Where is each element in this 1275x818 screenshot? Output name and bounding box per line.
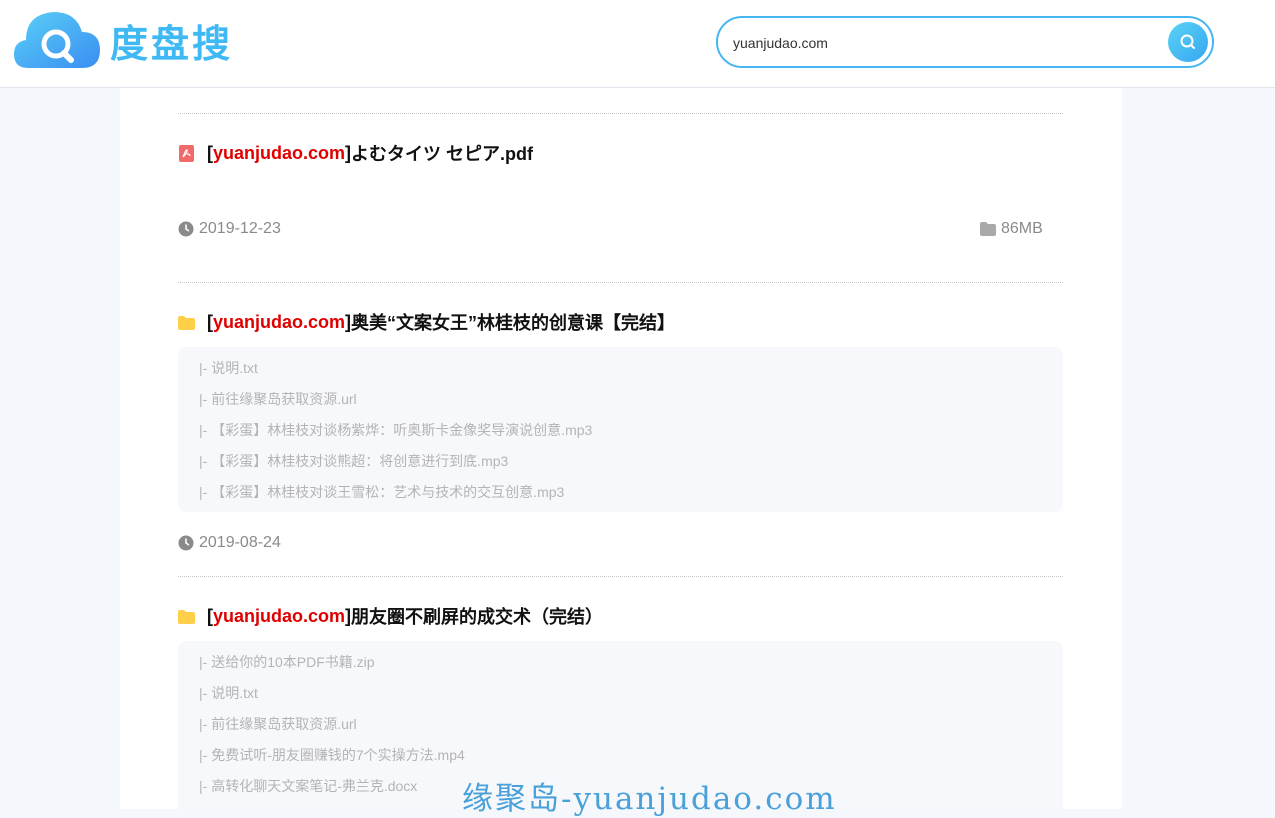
folder-icon bbox=[980, 222, 996, 236]
file-row: |- 说明.txt bbox=[199, 685, 258, 701]
file-row: |- 免费试听-朋友圈赚钱的7个实操方法.mp4 bbox=[199, 747, 465, 763]
search-bar bbox=[716, 16, 1214, 68]
search-button[interactable] bbox=[1168, 22, 1208, 62]
folder-icon bbox=[178, 315, 195, 330]
title-highlight: yuanjudao.com bbox=[213, 605, 346, 626]
title-highlight: yuanjudao.com bbox=[213, 311, 346, 332]
title-text: 朋友圈不刷屏的成交术（完结） bbox=[351, 607, 604, 627]
results-panel: [yuanjudao.com] よむタイツ セピア.pdf 2019-12-23 … bbox=[120, 0, 1122, 809]
title-highlight: yuanjudao.com bbox=[213, 142, 346, 163]
file-row: |- 前往缘聚岛获取资源.url bbox=[199, 391, 357, 407]
folder-icon bbox=[178, 609, 195, 624]
logo-text: 度盘搜 bbox=[110, 21, 234, 66]
search-icon bbox=[1180, 34, 1195, 49]
watermark: 缘聚岛-yuanjudao.com bbox=[462, 781, 837, 817]
file-row: |- 前往缘聚岛获取资源.url bbox=[199, 716, 357, 732]
title-text: 奥美“文案女王”林桂枝的创意课【完结】 bbox=[351, 313, 676, 333]
file-row: |- 说明.txt bbox=[199, 360, 258, 376]
cloud-search-logo-icon bbox=[14, 12, 100, 68]
divider bbox=[178, 113, 1063, 114]
date-meta: 2019-08-24 bbox=[178, 534, 281, 552]
result-title-2[interactable]: [yuanjudao.com] 奥美“文案女王”林桂枝的创意课【完结】 bbox=[178, 309, 675, 335]
file-row: |- 【彩蛋】林桂枝对谈王雪松：艺术与技术的交互创意.mp3 bbox=[199, 484, 565, 500]
site-logo[interactable]: 度盘搜 bbox=[14, 10, 233, 70]
date-text: 2019-08-24 bbox=[199, 534, 281, 551]
clock-icon bbox=[178, 535, 194, 551]
result-title-1[interactable]: [yuanjudao.com] よむタイツ セピア.pdf bbox=[178, 140, 533, 166]
site-header: 度盘搜 bbox=[0, 0, 1275, 88]
file-row: |- 【彩蛋】林桂枝对谈熊超：将创意进行到底.mp3 bbox=[199, 453, 509, 469]
result-title-3[interactable]: [yuanjudao.com] 朋友圈不刷屏的成交术（完结） bbox=[178, 603, 603, 629]
title-text: よむタイツ セピア.pdf bbox=[351, 144, 534, 164]
pdf-icon bbox=[179, 144, 194, 162]
date-text: 2019-12-23 bbox=[199, 220, 281, 237]
file-row: |- 送给你的10本PDF书籍.zip bbox=[199, 654, 375, 670]
clock-icon bbox=[178, 221, 194, 237]
date-meta: 2019-12-23 bbox=[178, 220, 281, 238]
search-input[interactable] bbox=[733, 31, 1153, 55]
divider bbox=[178, 282, 1063, 283]
file-list: |- 说明.txt |- 前往缘聚岛获取资源.url |- 【彩蛋】林桂枝对谈杨… bbox=[178, 347, 1063, 512]
size-meta: 86MB bbox=[980, 220, 1043, 238]
divider bbox=[178, 576, 1063, 577]
size-text: 86MB bbox=[1001, 220, 1043, 237]
file-row: |- 【彩蛋】林桂枝对谈杨紫烨：听奥斯卡金像奖导演说创意.mp3 bbox=[199, 422, 593, 438]
